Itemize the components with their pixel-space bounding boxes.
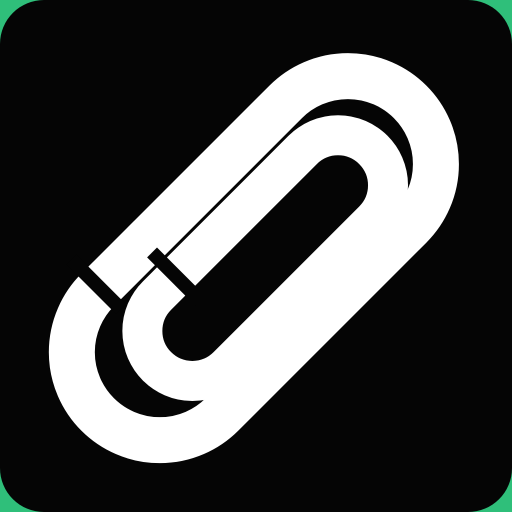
app-icon[interactable] <box>0 0 512 512</box>
outer-link-ring <box>48 53 459 464</box>
link-icon <box>48 53 459 464</box>
